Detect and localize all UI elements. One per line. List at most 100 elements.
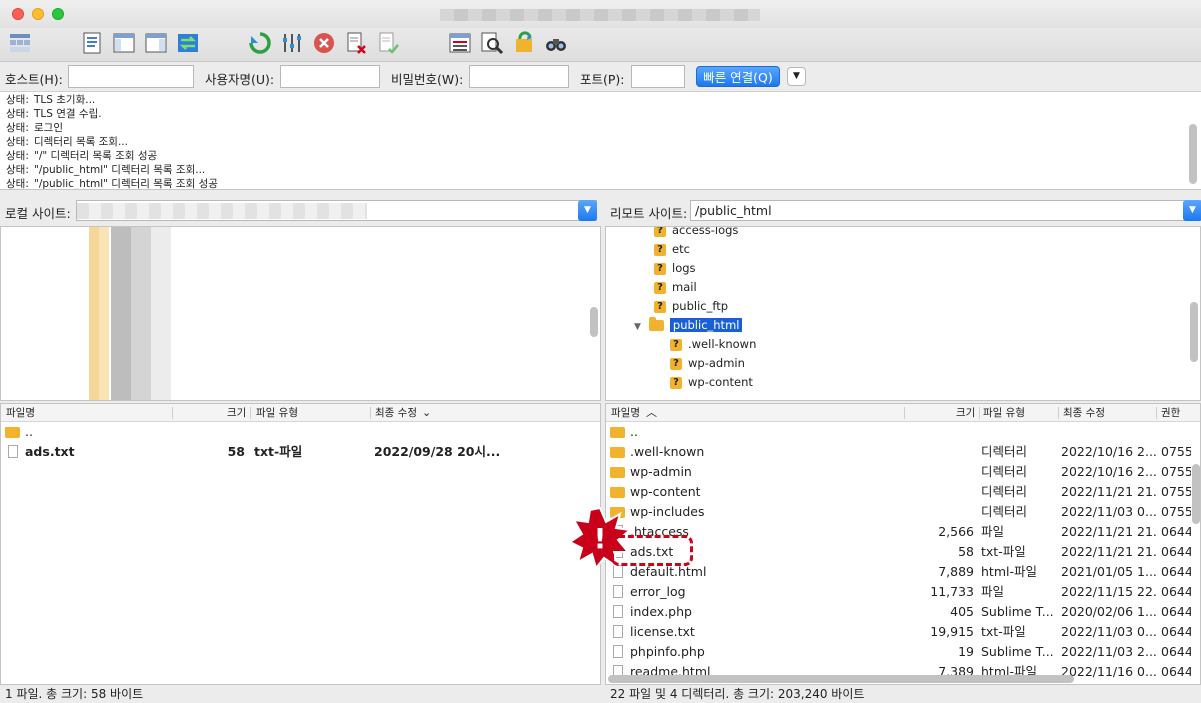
port-label: 포트(P): [580,72,625,87]
column-permissions[interactable]: 권한 [1161,404,1180,422]
host-input[interactable] [68,65,194,88]
column-modified[interactable]: 최종 수정 [375,404,417,422]
highlight-box [611,535,693,566]
unknown-folder-icon: ? [654,281,666,294]
log-line: 상태: TLS 연결 수립. [6,108,102,120]
tree-item[interactable]: ? logs [654,259,696,277]
log-line: 상태: "/" 디렉터리 목록 조회 성공 [6,150,158,162]
remote-list-hscrollbar[interactable] [608,675,1074,683]
close-window-button[interactable] [12,8,24,20]
remote-tree-scrollbar[interactable] [1190,302,1198,362]
remote-tree-toggle-icon[interactable] [142,30,170,56]
table-row[interactable]: .. [1,422,600,442]
unknown-folder-icon: ? [654,227,666,237]
folder-icon [610,487,625,498]
reconnect-icon[interactable] [374,30,402,56]
remote-site-path-combo[interactable]: /public_html ▼ [690,200,1201,221]
blurred-tree [61,227,211,400]
table-row[interactable]: error_log 11,733 파일 2022/11/15 22... 0644 [606,582,1191,602]
table-row[interactable]: index.php 405 Sublime T... 2020/02/06 1... 0… [606,602,1191,622]
table-row[interactable]: wp-admin 디렉터리 2022/10/16 2... 0755 [606,462,1191,482]
unknown-folder-icon: ? [654,300,666,313]
blurred-path [77,203,367,219]
folder-icon [610,467,625,478]
remote-list-header: 파일명 ︿ 크기 파일 유형 최종 수정 권한 [606,404,1200,422]
folder-icon [5,427,20,438]
username-input[interactable] [280,65,380,88]
warning-symbol: ! [594,522,607,555]
local-site-label: 로컬 사이트: [5,206,71,221]
sort-ascending-icon[interactable]: ︿ [646,404,657,422]
log-line: 상태: 디렉터리 목록 조회... [6,136,128,148]
folder-icon [610,447,625,458]
password-input[interactable] [469,65,569,88]
table-row[interactable]: ads.txt 58 txt-파일 2022/09/28 20시... [1,442,600,462]
local-status-text: 1 파일. 총 크기: 58 바이트 [5,687,144,701]
column-type[interactable]: 파일 유형 [983,404,1025,422]
disclosure-triangle-icon[interactable]: ▼ [634,322,641,332]
table-row[interactable]: wp-content 디렉터리 2022/11/21 21... 0755 [606,482,1191,502]
tree-item[interactable]: ? mail [654,278,697,296]
local-site-path-combo[interactable]: ▼ [76,200,597,221]
sync-browse-icon[interactable] [510,30,538,56]
log-scrollbar[interactable] [1189,124,1197,184]
host-label: 호스트(H): [5,72,63,87]
chevron-down-icon: ▼ [793,71,800,81]
remote-list-scrollbar[interactable] [1192,464,1200,524]
site-manager-icon[interactable] [6,30,34,56]
sort-descending-icon[interactable]: ⌄ [422,404,431,422]
local-tree-scrollbar[interactable] [590,307,598,337]
column-name[interactable]: 파일명 [6,404,35,422]
local-directory-tree[interactable] [0,226,601,401]
local-file-list[interactable]: 파일명 크기 파일 유형 최종 수정 ⌄ .. ads.txt 58 txt-파… [0,403,601,685]
file-icon [613,605,623,618]
column-size[interactable]: 크기 [956,404,975,422]
minimize-window-button[interactable] [32,8,44,20]
remote-site-bar: 리모트 사이트: /public_html ▼ [605,196,1201,224]
table-row[interactable]: ads.txt 58 txt-파일 2022/11/21 21... 0644 [606,542,1191,562]
file-icon [613,645,623,658]
tree-item-selected[interactable]: ▼ public_html [634,316,743,334]
disconnect-icon[interactable] [342,30,370,56]
tree-item[interactable]: ? wp-content [670,373,753,391]
remote-directory-tree[interactable]: ? access-logs ? etc ? logs ? mail ? public_ft… [605,226,1201,401]
column-size[interactable]: 크기 [227,404,246,422]
quickconnect-button[interactable]: 빠른 연결(Q) [696,66,780,87]
table-row[interactable]: phpinfo.php 19 Sublime T... 2022/11/03 2...… [606,642,1191,662]
column-type[interactable]: 파일 유형 [256,404,298,422]
title-bar [0,0,1201,28]
directory-filter-icon[interactable] [446,30,474,56]
chevron-down-icon[interactable]: ▼ [1183,200,1201,221]
column-name[interactable]: 파일명 [611,404,640,422]
remote-file-list[interactable]: 파일명 ︿ 크기 파일 유형 최종 수정 권한 .. .well-known 디렉터… [605,403,1201,685]
log-toggle-icon[interactable] [78,30,106,56]
tree-item[interactable]: ? access-logs [654,227,738,239]
username-label: 사용자명(U): [205,72,275,87]
find-files-icon[interactable] [542,30,570,56]
quickconnect-history-dropdown[interactable]: ▼ [787,67,806,86]
tree-toggle-icon[interactable] [110,30,138,56]
table-row[interactable]: .well-known 디렉터리 2022/10/16 2... 0755 [606,442,1191,462]
cancel-icon[interactable] [310,30,338,56]
column-modified[interactable]: 최종 수정 [1063,404,1105,422]
table-row[interactable]: .htaccess 2,566 파일 2022/11/21 21... 0644 [606,522,1191,542]
port-input[interactable] [631,65,685,88]
maximize-window-button[interactable] [52,8,64,20]
table-row[interactable]: license.txt 19,915 txt-파일 2022/11/03 0... 06… [606,622,1191,642]
file-icon [613,625,623,638]
table-row[interactable]: .. [606,422,1191,442]
transfer-queue-icon[interactable] [174,30,202,56]
log-line: 상태: "/public_html" 디렉터리 목록 조회 성공 [6,178,218,190]
chevron-down-icon[interactable]: ▼ [578,200,597,221]
local-site-bar: 로컬 사이트: ▼ [0,196,600,224]
refresh-icon[interactable] [246,30,274,56]
tree-item[interactable]: ? public_ftp [654,297,728,315]
process-queue-icon[interactable] [278,30,306,56]
quickconnect-bar: 호스트(H): 사용자명(U): 비밀번호(W): 포트(P): 빠른 연결(Q… [0,62,1201,92]
search-icon[interactable] [478,30,506,56]
table-row[interactable]: wp-includes 디렉터리 2022/11/03 0... 0755 [606,502,1191,522]
tree-item[interactable]: ? etc [654,240,690,258]
tree-item[interactable]: ? wp-admin [670,354,745,372]
tree-item[interactable]: ? .well-known [670,335,756,353]
table-row[interactable]: default.html 7,889 html-파일 2021/01/05 1... 0… [606,562,1191,582]
